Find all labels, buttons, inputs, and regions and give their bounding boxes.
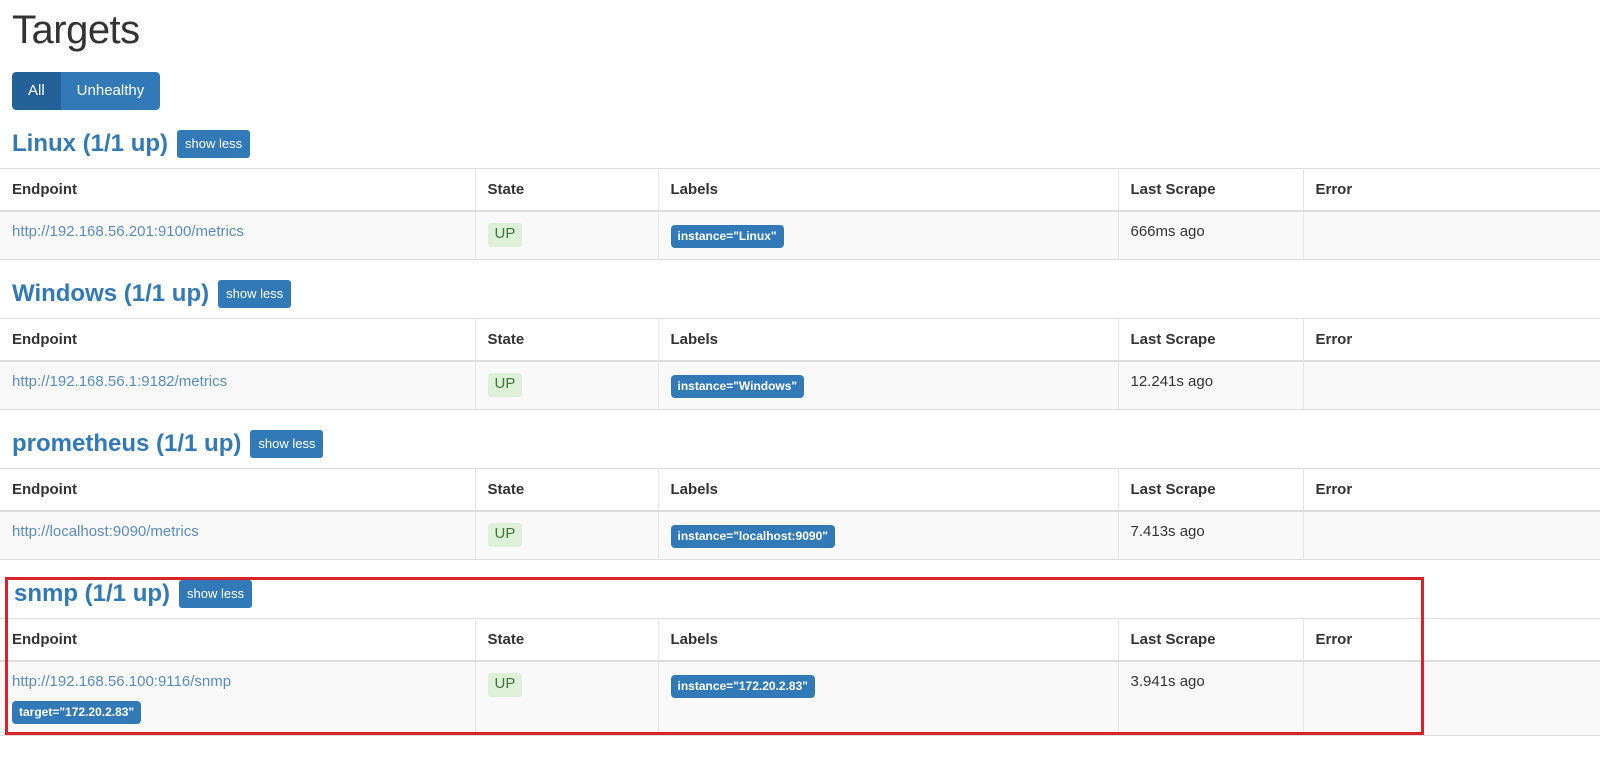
- table-header-row: Endpoint State Labels Last Scrape Error: [0, 618, 1600, 662]
- cell-error: [1303, 660, 1600, 736]
- table-row: http://192.168.56.100:9116/snmp target="1…: [0, 660, 1600, 736]
- last-scrape-value: 12.241s ago: [1130, 373, 1214, 390]
- show-less-button[interactable]: show less: [250, 430, 324, 458]
- column-header-state: State: [475, 168, 659, 212]
- endpoint-link[interactable]: http://192.168.56.100:9116/snmp: [12, 673, 475, 692]
- table-row: http://localhost:9090/metrics UP instance=…: [0, 510, 1600, 560]
- status-badge: UP: [487, 373, 523, 397]
- column-header-last-scrape: Last Scrape: [1118, 468, 1304, 512]
- column-header-labels: Labels: [658, 318, 1119, 362]
- targets-page: Targets All Unhealthy Linux (1/1 up) show …: [0, 0, 1600, 780]
- targets-table: Endpoint State Labels Last Scrape Error http:…: [0, 168, 1600, 260]
- cell-endpoint: http://localhost:9090/metrics: [0, 510, 476, 560]
- label-badge: instance="Windows": [670, 375, 805, 398]
- job-header: Windows (1/1 up) show less: [0, 280, 1600, 308]
- job-header: snmp (1/1 up) show less: [0, 580, 1600, 608]
- cell-last-scrape: 7.413s ago: [1118, 510, 1304, 560]
- show-less-button[interactable]: show less: [179, 580, 253, 608]
- column-header-endpoint: Endpoint: [0, 318, 476, 362]
- column-header-error: Error: [1303, 468, 1600, 512]
- job-header: prometheus (1/1 up) show less: [0, 430, 1600, 458]
- status-badge: UP: [487, 673, 523, 697]
- endpoint-link[interactable]: http://192.168.56.201:9100/metrics: [12, 223, 475, 242]
- last-scrape-value: 7.413s ago: [1130, 523, 1205, 540]
- cell-labels: instance="localhost:9090": [658, 510, 1119, 560]
- column-header-endpoint: Endpoint: [0, 468, 476, 512]
- cell-state: UP: [475, 510, 659, 560]
- job-section-linux: Linux (1/1 up) show less Endpoint State Labe…: [0, 130, 1600, 260]
- job-section-windows: Windows (1/1 up) show less Endpoint State La…: [0, 280, 1600, 410]
- job-title: prometheus (1/1 up): [12, 429, 242, 457]
- table-header-row: Endpoint State Labels Last Scrape Error: [0, 468, 1600, 512]
- status-badge: UP: [487, 223, 523, 247]
- show-less-button[interactable]: show less: [177, 130, 251, 158]
- cell-endpoint: http://192.168.56.201:9100/metrics: [0, 210, 476, 260]
- column-header-labels: Labels: [658, 468, 1119, 512]
- job-title: snmp (1/1 up): [14, 579, 171, 607]
- cell-error: [1303, 510, 1600, 560]
- show-less-button[interactable]: show less: [218, 280, 292, 308]
- table-header-row: Endpoint State Labels Last Scrape Error: [0, 168, 1600, 212]
- table-header-row: Endpoint State Labels Last Scrape Error: [0, 318, 1600, 362]
- targets-table: Endpoint State Labels Last Scrape Error http:…: [0, 318, 1600, 410]
- endpoint-link[interactable]: http://localhost:9090/metrics: [12, 523, 475, 542]
- table-row: http://192.168.56.201:9100/metrics UP inst…: [0, 210, 1600, 260]
- cell-error: [1303, 210, 1600, 260]
- column-header-labels: Labels: [658, 168, 1119, 212]
- column-header-endpoint: Endpoint: [0, 618, 476, 662]
- column-header-error: Error: [1303, 318, 1600, 362]
- last-scrape-value: 3.941s ago: [1130, 673, 1205, 690]
- cell-labels: instance="Windows": [658, 360, 1119, 410]
- column-header-endpoint: Endpoint: [0, 168, 476, 212]
- cell-labels: instance="172.20.2.83": [658, 660, 1119, 736]
- cell-endpoint: http://192.168.56.100:9116/snmp target="1…: [0, 660, 476, 736]
- page-title: Targets: [12, 8, 140, 52]
- jobs-container: Linux (1/1 up) show less Endpoint State Labe…: [0, 130, 1600, 736]
- target-filter-group[interactable]: All Unhealthy: [12, 72, 161, 110]
- last-scrape-value: 666ms ago: [1130, 223, 1205, 240]
- filter-button-unhealthy[interactable]: Unhealthy: [60, 72, 161, 110]
- column-header-error: Error: [1303, 168, 1600, 212]
- cell-error: [1303, 360, 1600, 410]
- column-header-last-scrape: Last Scrape: [1118, 168, 1304, 212]
- table-row: http://192.168.56.1:9182/metrics UP instan…: [0, 360, 1600, 410]
- column-header-state: State: [475, 318, 659, 362]
- cell-last-scrape: 666ms ago: [1118, 210, 1304, 260]
- cell-state: UP: [475, 360, 659, 410]
- job-section-snmp: snmp (1/1 up) show less Endpoint State Label…: [0, 580, 1600, 736]
- column-header-labels: Labels: [658, 618, 1119, 662]
- cell-labels: instance="Linux": [658, 210, 1119, 260]
- column-header-state: State: [475, 468, 659, 512]
- cell-state: UP: [475, 660, 659, 736]
- cell-last-scrape: 3.941s ago: [1118, 660, 1304, 736]
- column-header-error: Error: [1303, 618, 1600, 662]
- endpoint-label-list: target="172.20.2.83": [12, 699, 475, 724]
- job-section-prometheus: prometheus (1/1 up) show less Endpoint Stat…: [0, 430, 1600, 560]
- filter-button-all[interactable]: All: [12, 72, 61, 110]
- job-header: Linux (1/1 up) show less: [0, 130, 1600, 158]
- endpoint-label-badge: target="172.20.2.83": [12, 700, 142, 724]
- targets-table: Endpoint State Labels Last Scrape Error http:…: [0, 468, 1600, 560]
- column-header-last-scrape: Last Scrape: [1118, 318, 1304, 362]
- cell-last-scrape: 12.241s ago: [1118, 360, 1304, 410]
- status-badge: UP: [487, 523, 523, 547]
- job-title: Linux (1/1 up): [12, 129, 168, 157]
- cell-state: UP: [475, 210, 659, 260]
- label-badge: instance="localhost:9090": [670, 525, 835, 548]
- column-header-last-scrape: Last Scrape: [1118, 618, 1304, 662]
- column-header-state: State: [475, 618, 659, 662]
- cell-endpoint: http://192.168.56.1:9182/metrics: [0, 360, 476, 410]
- targets-table: Endpoint State Labels Last Scrape Error http:…: [0, 618, 1600, 736]
- job-title: Windows (1/1 up): [12, 279, 210, 307]
- endpoint-link[interactable]: http://192.168.56.1:9182/metrics: [12, 373, 475, 392]
- label-badge: instance="Linux": [670, 225, 784, 248]
- label-badge: instance="172.20.2.83": [670, 675, 815, 698]
